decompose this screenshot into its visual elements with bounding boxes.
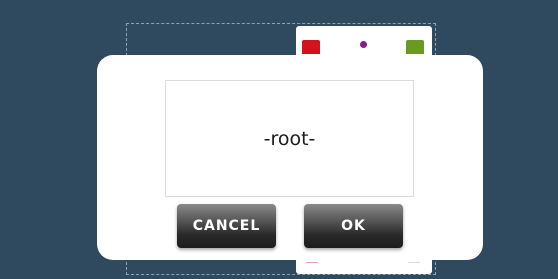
purple-dot-icon xyxy=(360,41,367,48)
rename-dialog: -root- CANCEL OK xyxy=(97,55,483,260)
divider xyxy=(306,262,318,263)
red-port-icon xyxy=(302,40,320,54)
cancel-button[interactable]: CANCEL xyxy=(177,204,276,248)
divider xyxy=(408,262,420,263)
green-port-icon xyxy=(406,40,424,54)
name-input[interactable]: -root- xyxy=(165,80,414,197)
ok-button[interactable]: OK xyxy=(304,204,403,248)
